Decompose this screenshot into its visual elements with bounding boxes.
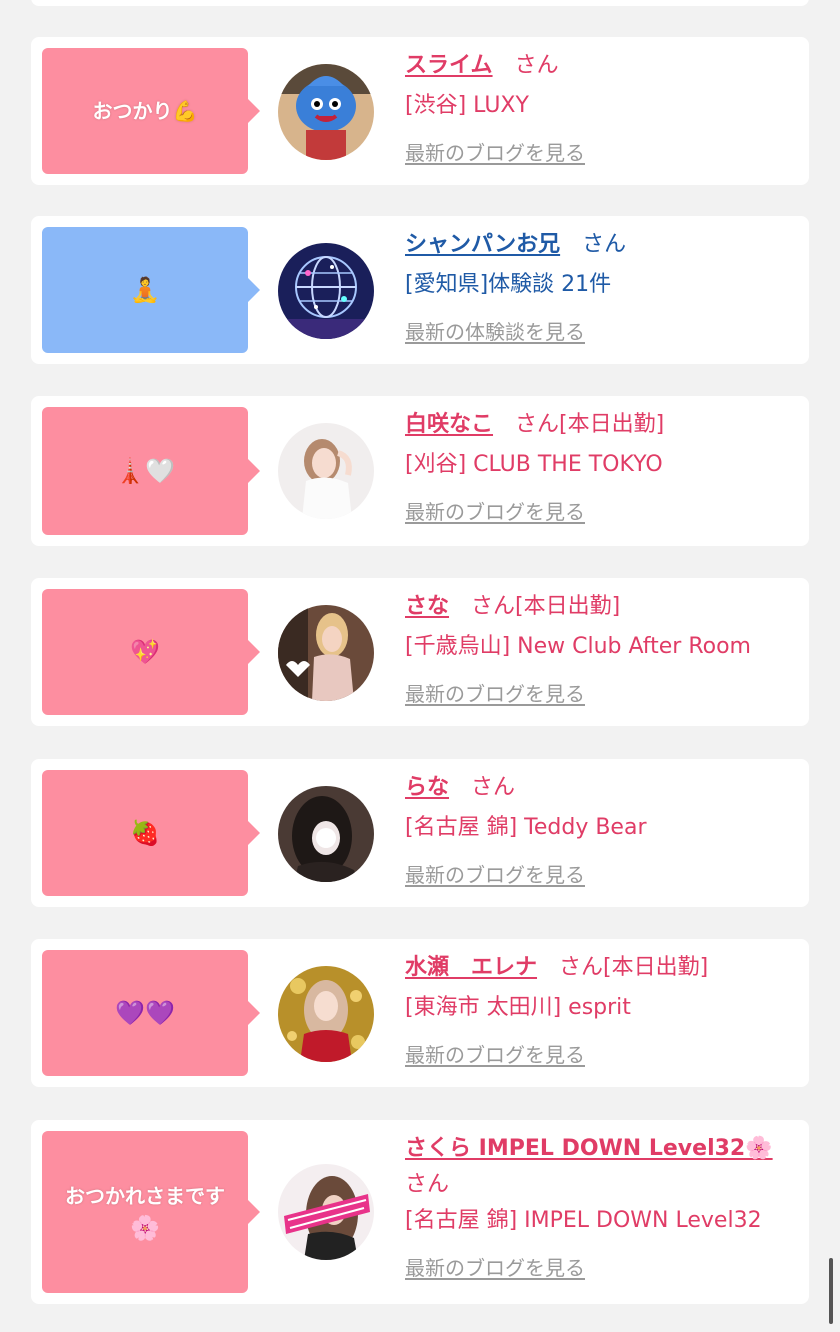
avatar-image xyxy=(278,243,374,339)
message-text: 🗼🤍 xyxy=(115,457,175,485)
name-line: らな さん xyxy=(405,773,801,803)
poster-name-link[interactable]: 白咲なこ xyxy=(405,412,493,437)
status-tag: [本日出勤] xyxy=(603,955,709,980)
message-text: 🧘 xyxy=(130,276,160,304)
latest-blog-link[interactable]: 最新のブログを見る xyxy=(405,1254,585,1282)
feed-card-3: 💖 さな さん[本日出勤] [千歳烏山] New Club After Room … xyxy=(31,578,809,726)
feed-card-5: 💜💜 水瀬 エレナ さん[本日出勤] [東海市 太田川] esprit 最新のブロ… xyxy=(31,939,809,1087)
name-line: シャンパンお兄 さん xyxy=(405,230,801,260)
latest-blog-link[interactable]: 最新のブログを見る xyxy=(405,498,585,526)
poster-info: シャンパンお兄 さん [愛知県]体験談 21件 最新の体験談を見る xyxy=(405,230,801,346)
poster-info: 白咲なこ さん[本日出勤] [刈谷] CLUB THE TOKYO 最新のブログを… xyxy=(405,410,801,526)
shop-label: [名古屋 錦] Teddy Bear xyxy=(405,815,647,840)
shop-label: [千歳烏山] New Club After Room xyxy=(405,634,751,659)
message-bubble: おつかり💪 xyxy=(42,48,260,174)
honorific: さん xyxy=(514,53,559,78)
name-line: さくら IMPEL DOWN Level32🌸 xyxy=(405,1134,801,1164)
message-bubble: おつかれさまです 🌸 xyxy=(42,1131,260,1293)
latest-blog-link[interactable]: 最新のブログを見る xyxy=(405,861,585,889)
avatar[interactable] xyxy=(278,605,374,701)
latest-blog-link[interactable]: 最新のブログを見る xyxy=(405,1041,585,1069)
feed-card-2: 🗼🤍 白咲なこ さん[本日出勤] [刈谷] CLUB THE TOKYO 最新のブ… xyxy=(31,396,809,546)
name-line: さな さん[本日出勤] xyxy=(405,592,801,622)
avatar-image xyxy=(278,786,374,882)
name-line: 水瀬 エレナ さん[本日出勤] xyxy=(405,953,801,983)
message-text: 🍓 xyxy=(130,819,160,847)
shop-label: [愛知県]体験談 21件 xyxy=(405,272,612,297)
feed-card-1: 🧘 シャンパンお兄 さん [愛知県]体験談 21件 最新の体験談を見る xyxy=(31,216,809,364)
message-text: おつかり💪 xyxy=(92,99,198,123)
poster-info: さな さん[本日出勤] [千歳烏山] New Club After Room 最新… xyxy=(405,592,801,708)
name-line: 白咲なこ さん[本日出勤] xyxy=(405,410,801,440)
avatar-image xyxy=(278,423,374,519)
message-bubble: 🗼🤍 xyxy=(42,407,260,535)
avatar-image xyxy=(278,966,374,1062)
avatar[interactable] xyxy=(278,1164,374,1260)
message-text: おつかれさまです xyxy=(65,1184,225,1208)
honorific: さん xyxy=(515,412,560,437)
avatar[interactable] xyxy=(278,64,374,160)
shop-label: [東海市 太田川] esprit xyxy=(405,995,631,1020)
poster-name-link[interactable]: シャンパンお兄 xyxy=(405,232,560,257)
honorific: さん xyxy=(471,775,516,800)
latest-blog-link[interactable]: 最新のブログを見る xyxy=(405,680,585,708)
feed-card-4: 🍓 らな さん [名古屋 錦] Teddy Bear 最新のブログを見る xyxy=(31,759,809,907)
message-bubble: 💖 xyxy=(42,589,260,715)
name-line: スライム さん xyxy=(405,51,801,81)
message-bubble: 🍓 xyxy=(42,770,260,896)
latest-review-link[interactable]: 最新の体験談を見る xyxy=(405,318,585,346)
avatar-image xyxy=(278,1164,374,1260)
message-text: 💖 xyxy=(130,638,160,666)
poster-name-link[interactable]: さな xyxy=(405,594,449,619)
poster-name-link[interactable]: さくら IMPEL DOWN Level32🌸 xyxy=(405,1136,773,1161)
scrollbar[interactable] xyxy=(829,1258,833,1324)
shop-label: [刈谷] CLUB THE TOKYO xyxy=(405,452,663,477)
avatar[interactable] xyxy=(278,423,374,519)
message-bubble: 🧘 xyxy=(42,227,260,353)
poster-name-link[interactable]: 水瀬 エレナ xyxy=(405,955,537,980)
shop-label: [名古屋 錦] IMPEL DOWN Level32 xyxy=(405,1208,762,1233)
avatar[interactable] xyxy=(278,243,374,339)
honorific: さん xyxy=(471,594,516,619)
honorific-line: さん xyxy=(405,1170,801,1200)
avatar[interactable] xyxy=(278,786,374,882)
poster-name-link[interactable]: らな xyxy=(405,775,449,800)
honorific: さん xyxy=(405,1172,450,1197)
poster-info: さくら IMPEL DOWN Level32🌸 さん [名古屋 錦] IMPEL… xyxy=(405,1134,801,1282)
status-tag: [本日出勤] xyxy=(515,594,621,619)
message-emoji: 🌸 xyxy=(130,1214,160,1242)
poster-info: スライム さん [渋谷] LUXY 最新のブログを見る xyxy=(405,51,801,167)
feed-card-6: おつかれさまです 🌸 さくら IMPEL DOWN Level32🌸 さん [名… xyxy=(31,1120,809,1304)
shop-label: [渋谷] LUXY xyxy=(405,93,529,118)
latest-blog-link[interactable]: 最新のブログを見る xyxy=(405,139,585,167)
avatar-image xyxy=(278,64,374,160)
avatar-image xyxy=(278,605,374,701)
poster-info: 水瀬 エレナ さん[本日出勤] [東海市 太田川] esprit 最新のブログを見… xyxy=(405,953,801,1069)
feed-card-0: おつかり💪 スライム さん [渋谷] LUXY 最新のブログを見る xyxy=(31,37,809,185)
message-bubble: 💜💜 xyxy=(42,950,260,1076)
avatar[interactable] xyxy=(278,966,374,1062)
honorific: さん xyxy=(582,232,627,257)
status-tag: [本日出勤] xyxy=(559,412,665,437)
poster-name-link[interactable]: スライム xyxy=(405,53,493,78)
message-text: 💜💜 xyxy=(115,999,175,1027)
poster-info: らな さん [名古屋 錦] Teddy Bear 最新のブログを見る xyxy=(405,773,801,889)
honorific: さん xyxy=(559,955,604,980)
previous-card-edge xyxy=(31,0,809,6)
